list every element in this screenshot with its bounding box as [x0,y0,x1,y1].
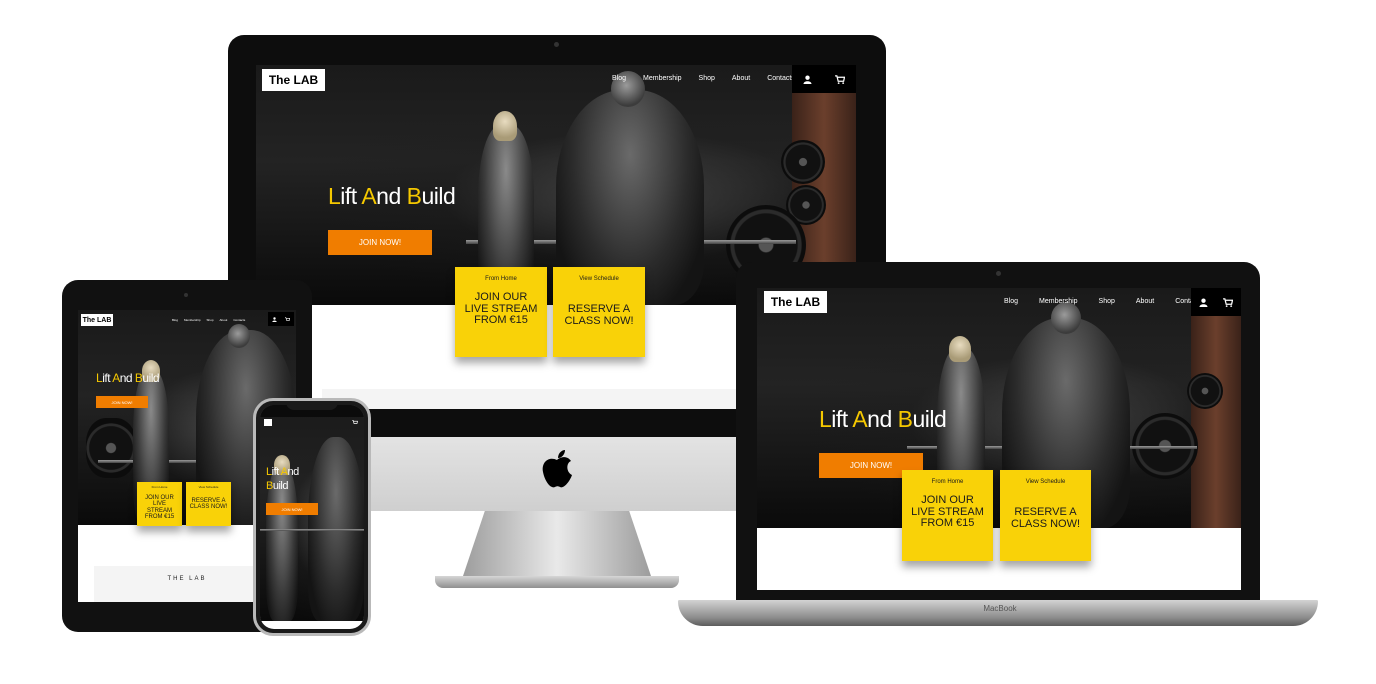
hero-section: The LAB Blog Membership Shop About Conta… [757,288,1241,528]
hero-image-plate [1187,373,1223,409]
live-stream-card-title: JOIN OUR LIVE STREAM FROM €15 [911,494,984,530]
site-logo[interactable]: The LAB [262,69,325,91]
hero-headline: Lift And Build [328,183,456,209]
reserve-class-card-subtitle: View Schedule [1025,479,1066,485]
apple-logo-icon [540,450,574,490]
reserve-class-card[interactable]: View Schedule RESERVE A CLASS NOW! [186,482,231,526]
cart-icon[interactable] [352,419,358,425]
nav-item-blog[interactable]: Blog [172,318,178,322]
reserve-class-card[interactable]: View Schedule RESERVE A CLASS NOW! [1000,470,1091,561]
live-stream-card[interactable]: From Home JOIN OUR LIVE STREAM FROM €15 [137,482,182,526]
user-icon[interactable] [1199,298,1208,307]
hero-image-athlete-male-head [228,324,250,348]
user-icon[interactable] [272,316,277,322]
user-icon[interactable] [803,75,812,84]
nav-item-about[interactable]: About [220,318,228,322]
imac-stand-neck [462,511,652,579]
hero-image-athlete-female-head [949,336,971,362]
page-body-strip [322,389,792,409]
join-now-button[interactable]: JOIN NOW! [96,396,148,408]
hero-section: Lift And Build JOIN NOW! [260,405,364,621]
site-logo[interactable]: The LAB [81,314,113,326]
nav-icons [268,312,294,326]
nav-item-about[interactable]: About [1136,298,1154,305]
nav-item-membership[interactable]: Membership [643,75,682,82]
reserve-class-card-title: RESERVE A CLASS NOW! [1010,506,1081,530]
macbook-screen: The LAB Blog Membership Shop About Conta… [757,288,1241,590]
main-nav: Blog Membership Shop About Contacts [172,318,245,322]
hero-headline: Lift And Build [96,371,160,385]
live-stream-card-title: JOIN OUR LIVE STREAM FROM €15 [144,495,175,520]
nav-icons [348,417,362,427]
nav-item-membership[interactable]: Membership [1039,298,1078,305]
hero-image-rack [1191,313,1241,528]
nav-item-shop[interactable]: Shop [207,318,214,322]
main-nav: Blog Membership Shop About Contacts [612,75,795,82]
nav-item-blog[interactable]: Blog [1004,298,1018,305]
cart-icon[interactable] [1223,297,1234,307]
hero-image-athlete-female-head [493,111,517,141]
hero-image-plate [781,140,825,184]
live-stream-card[interactable]: From Home JOIN OUR LIVE STREAM FROM €15 [902,470,993,561]
hero-image-athlete-male-head [1051,302,1081,334]
main-nav: Blog Membership Shop About Contacts [1004,298,1203,305]
live-stream-card-subtitle: From Home [485,276,517,282]
hero-headline: Lift And Build [819,406,947,432]
reserve-class-card-subtitle: View Schedule [579,276,619,282]
join-now-button[interactable]: JOIN NOW! [328,230,432,255]
cart-icon[interactable] [834,74,845,84]
live-stream-card-title: JOIN OUR LIVE STREAM FROM €15 [464,291,538,327]
join-now-button[interactable]: JOIN NOW! [266,503,318,515]
nav-item-shop[interactable]: Shop [699,75,715,82]
nav-item-membership[interactable]: Membership [184,318,201,322]
nav-item-about[interactable]: About [732,75,750,82]
site-logo[interactable] [264,419,272,426]
iphone-screen: Lift And Build JOIN NOW! [260,405,364,629]
cart-icon[interactable] [285,316,290,322]
macbook-label: MacBook [983,604,1017,613]
site-logo[interactable]: The LAB [764,291,827,313]
nav-icons [792,65,856,93]
live-stream-card-subtitle: From Home [931,479,964,485]
ipad-camera [184,293,188,297]
iphone-notch [286,401,338,410]
reserve-class-card-title: RESERVE A CLASS NOW! [564,303,634,327]
imac-stand-foot [435,576,679,588]
nav-item-contacts[interactable]: Contacts [233,318,245,322]
hero-image-plate [86,418,136,478]
nav-item-blog[interactable]: Blog [612,75,626,82]
reserve-class-card-subtitle: View Schedule [198,485,219,489]
live-stream-card-subtitle: From Home [151,485,168,489]
hero-headline: Lift And Build [266,466,299,492]
imac-camera [554,42,559,47]
nav-item-shop[interactable]: Shop [1099,298,1115,305]
reserve-class-card-title: RESERVE A CLASS NOW! [189,498,228,511]
macbook-camera [996,271,1001,276]
live-stream-card[interactable]: From Home JOIN OUR LIVE STREAM FROM €15 [455,267,547,357]
nav-icons [1191,288,1241,316]
nav-item-contacts[interactable]: Contacts [767,75,795,82]
reserve-class-card[interactable]: View Schedule RESERVE A CLASS NOW! [553,267,645,357]
hero-image-barbell [260,529,364,531]
